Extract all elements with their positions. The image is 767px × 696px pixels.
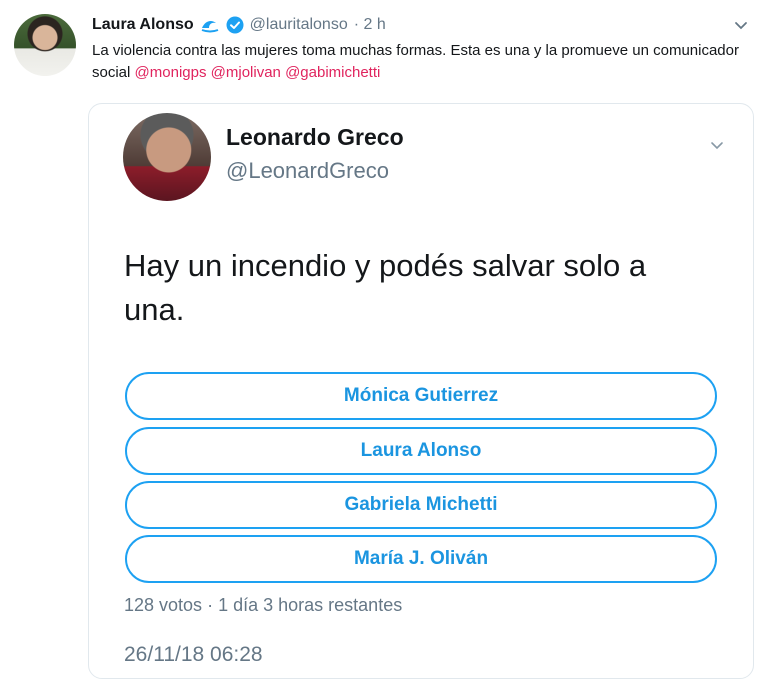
quoted-author-name[interactable]: Leonardo Greco: [226, 124, 404, 151]
poll-option-gabriela[interactable]: Gabriela Michetti: [125, 481, 717, 529]
mention-link[interactable]: @monigps: [135, 64, 207, 81]
poll-meta: 128 votos · 1 día 3 horas restantes: [124, 595, 402, 616]
poll-remaining: 1 día 3 horas restantes: [218, 595, 403, 615]
tweet-time[interactable]: · 2 h: [354, 16, 386, 34]
quoted-author-avatar[interactable]: [123, 113, 211, 201]
mention-link[interactable]: @mjolivan: [211, 64, 281, 81]
tweet-header: Laura Alonso @lauritalonso · 2 h: [92, 15, 386, 35]
poll-option-laura[interactable]: Laura Alonso: [125, 427, 717, 475]
wave-emoji-icon: [201, 20, 218, 33]
poll-option-maria[interactable]: María J. Oliván: [125, 535, 717, 583]
quoted-author-handle[interactable]: @LeonardGreco: [226, 158, 389, 184]
verified-badge-icon: [226, 16, 244, 34]
tweet-text: La violencia contra las mujeres toma muc…: [92, 40, 742, 84]
poll-option-monica[interactable]: Mónica Gutierrez: [125, 372, 717, 420]
chevron-down-icon[interactable]: [709, 137, 725, 153]
author-avatar[interactable]: [14, 14, 76, 76]
meta-separator: ·: [207, 595, 214, 615]
author-handle[interactable]: @lauritalonso: [250, 16, 348, 34]
chevron-down-icon[interactable]: [733, 17, 749, 33]
quoted-tweet-text: Hay un incendio y podés salvar solo a un…: [124, 248, 647, 327]
author-name[interactable]: Laura Alonso: [92, 16, 194, 34]
poll-votes: 128 votos: [124, 595, 203, 615]
tweet-timestamp[interactable]: 26/11/18 06:28: [124, 643, 263, 667]
mention-link[interactable]: @gabimichetti: [285, 64, 380, 81]
